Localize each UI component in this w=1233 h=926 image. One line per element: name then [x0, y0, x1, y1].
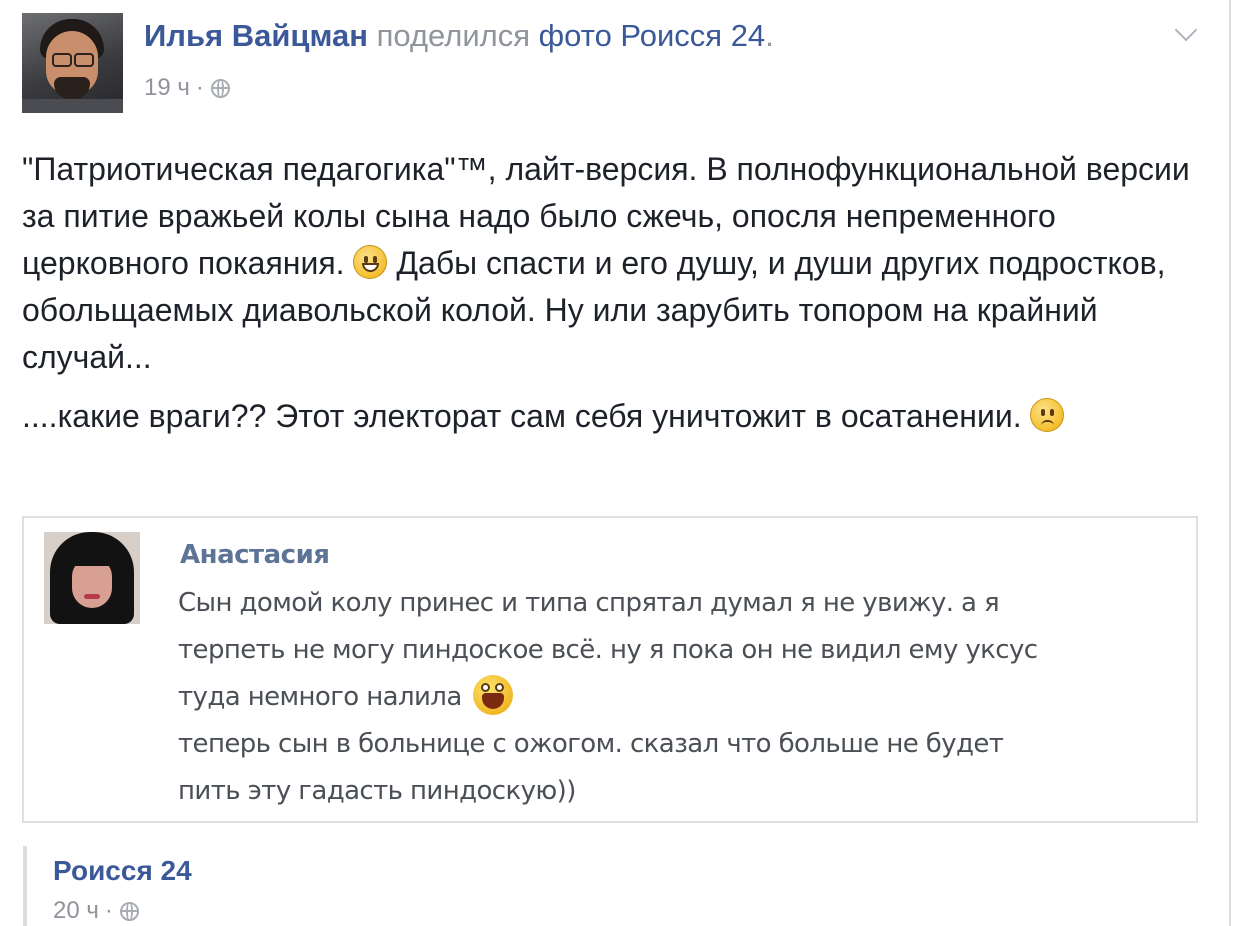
action-text: поделился — [376, 18, 531, 53]
header-period: . — [765, 18, 774, 53]
confused-face-icon — [1030, 398, 1065, 432]
globe-icon[interactable] — [210, 78, 230, 98]
comment-line: теперь сын в больнице с ожогом. сказал ч… — [178, 729, 1004, 759]
source-meta: 20 ч · — [53, 897, 139, 925]
source-meta-separator: · — [104, 897, 113, 924]
comment-line-with-emoji: туда немного налила — [178, 674, 1178, 721]
author-avatar[interactable] — [22, 13, 123, 113]
shared-photo[interactable]: Анастасия Сын домой колу принес и типа с… — [22, 516, 1198, 823]
post-paragraph-2-text: ....какие враги?? Этот электорат сам себ… — [22, 398, 1022, 434]
comment-line: пить эту гадасть пиндоскую)) — [178, 776, 576, 806]
source-timestamp-link[interactable]: 20 ч — [53, 897, 99, 925]
scrollbar-edge — [1229, 0, 1231, 926]
post-meta: 19 ч · — [144, 74, 230, 102]
laughing-face-icon — [473, 675, 514, 715]
comment-text: Сын домой колу принес и типа спрятал дум… — [178, 580, 1178, 815]
commenter-avatar — [44, 532, 140, 624]
comment-line: Сын домой колу принес и типа спрятал дум… — [178, 588, 1000, 618]
author-name-link[interactable]: Илья Вайцман — [144, 18, 368, 53]
meta-separator: · — [195, 74, 204, 101]
comment-line: терпеть не могу пиндоское всё. ну я пока… — [178, 635, 1038, 665]
shared-photo-link[interactable]: фото Роисся 24 — [539, 18, 766, 53]
commenter-name: Анастасия — [180, 540, 330, 570]
attribution-quote-bar — [23, 846, 27, 926]
globe-icon[interactable] — [119, 901, 139, 921]
chevron-down-icon[interactable] — [1174, 18, 1198, 42]
comment-line: туда немного налила — [178, 682, 462, 712]
post-message: "Патриотическая педагогика"™, лайт-верси… — [22, 146, 1212, 440]
post-header: Илья Вайцман поделился фото Роисся 24. — [144, 18, 774, 54]
source-page-link[interactable]: Роисся 24 — [53, 855, 192, 887]
post-paragraph-2: ....какие враги?? Этот электорат сам себ… — [22, 393, 1212, 440]
smiley-icon — [353, 245, 388, 279]
post-paragraph-1: "Патриотическая педагогика"™, лайт-верси… — [22, 146, 1212, 381]
post-timestamp-link[interactable]: 19 ч — [144, 74, 190, 102]
